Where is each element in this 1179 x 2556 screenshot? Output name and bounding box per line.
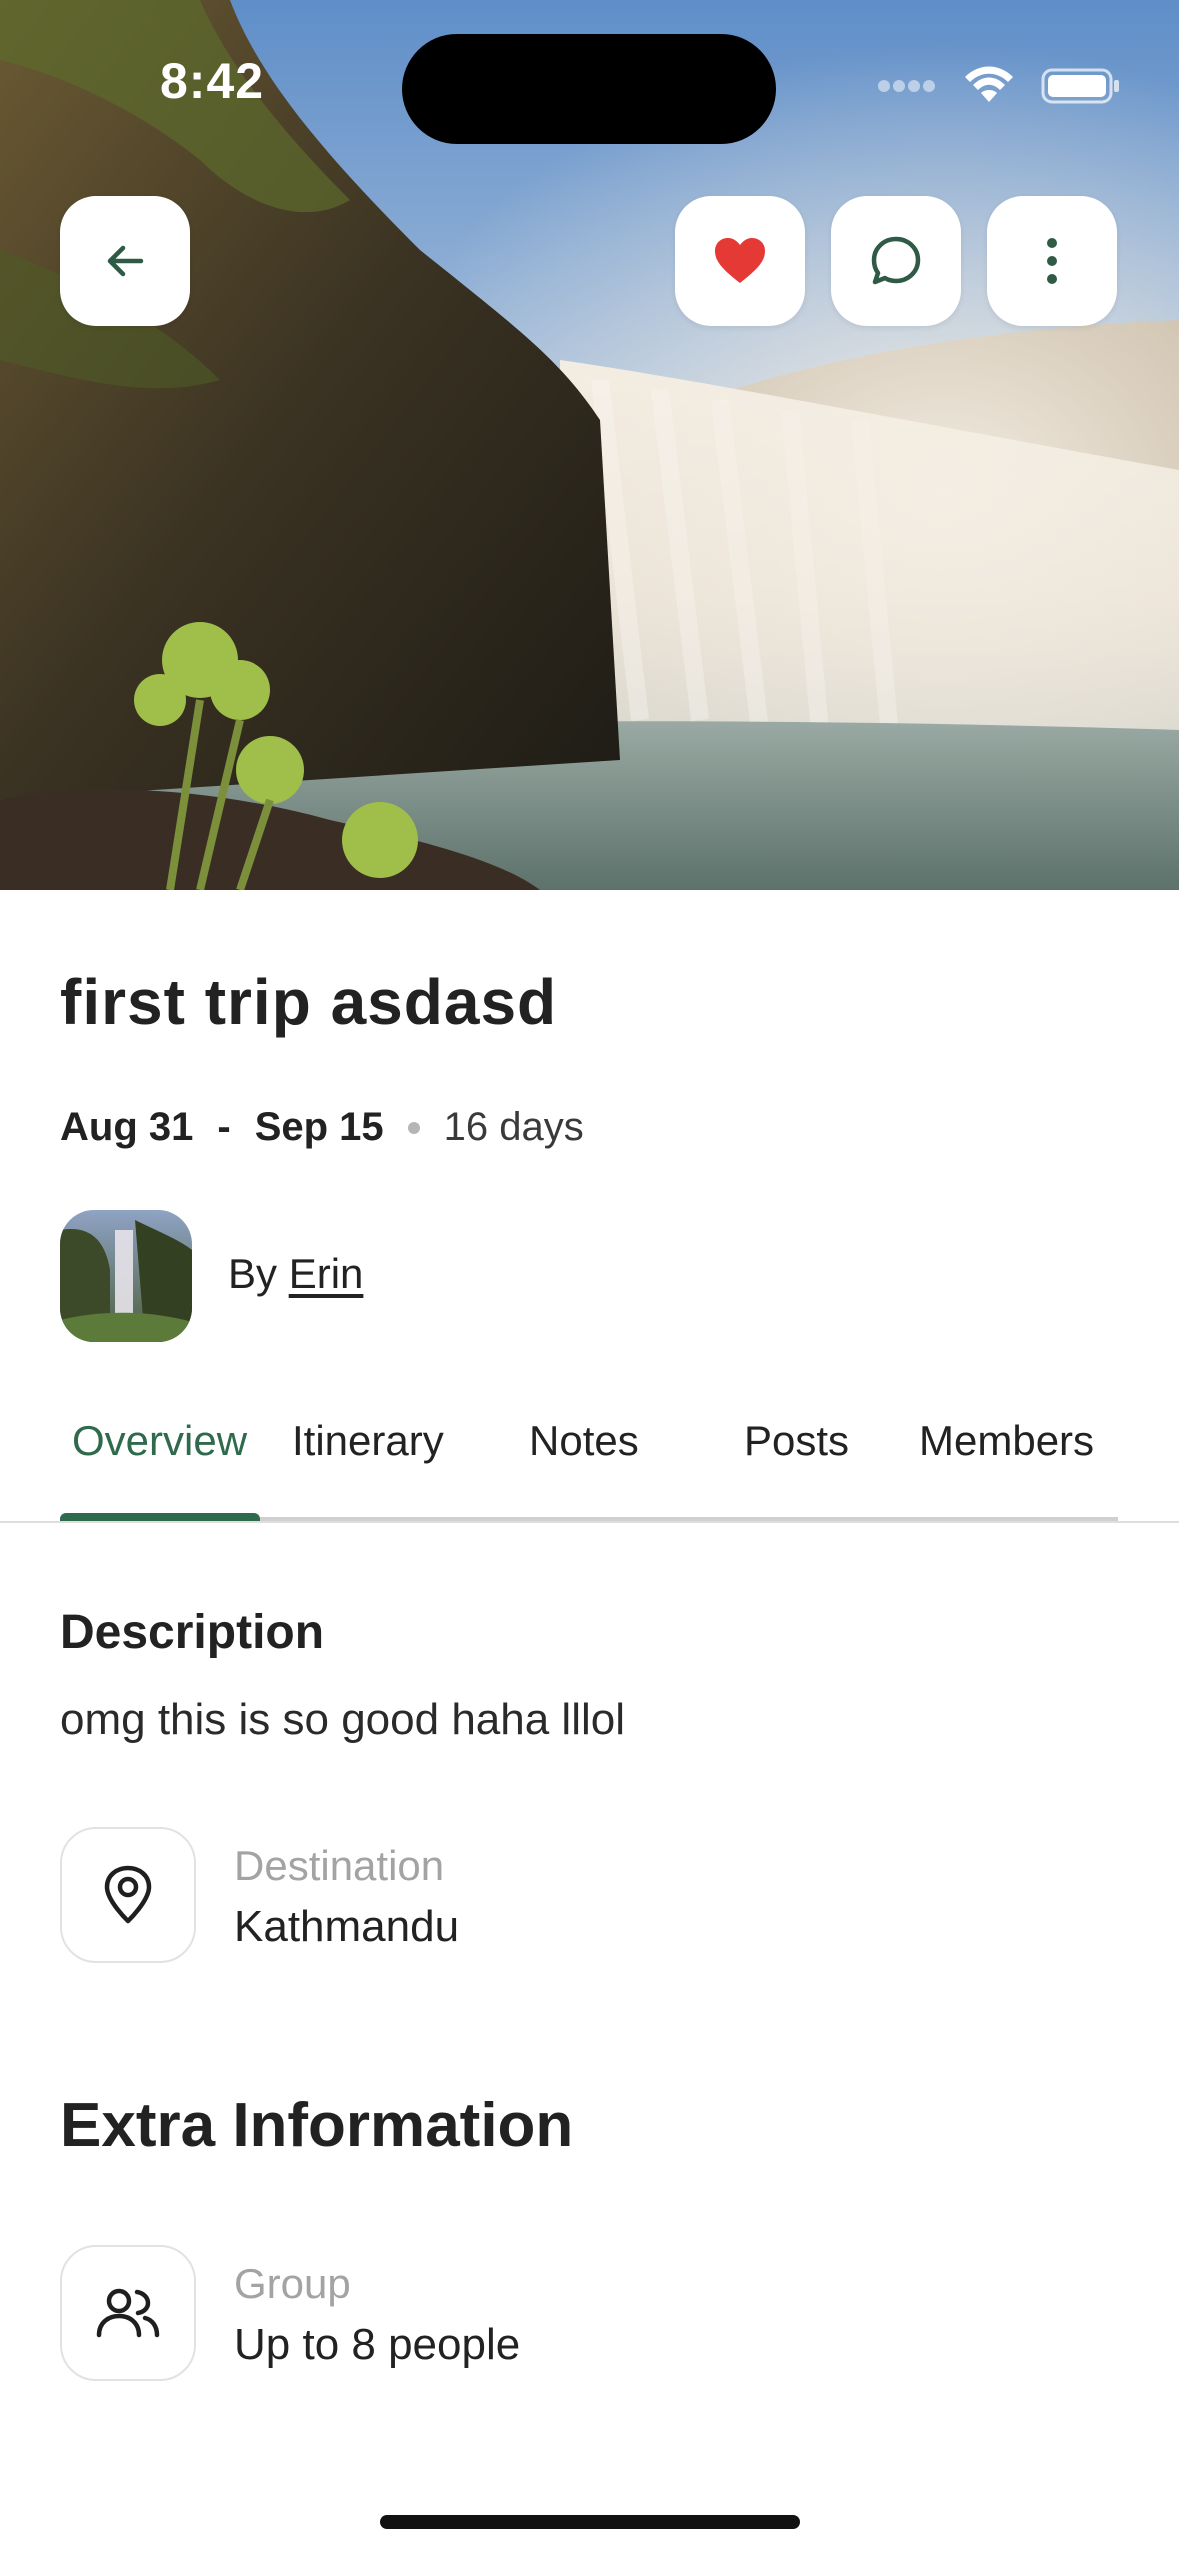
divider xyxy=(0,1521,1179,1523)
arrow-left-icon xyxy=(107,245,144,277)
date-separator: - xyxy=(217,1105,231,1149)
start-date: Aug 31 xyxy=(60,1105,194,1149)
more-options-button[interactable] xyxy=(987,196,1117,326)
dot-separator xyxy=(407,1121,420,1134)
group-value: Up to 8 people xyxy=(234,2320,521,2369)
end-date: Sep 15 xyxy=(254,1105,384,1149)
battery-icon xyxy=(1041,68,1119,104)
tab-members[interactable]: Members xyxy=(919,1417,1094,1465)
by-label: By xyxy=(228,1250,278,1297)
group-icon-box xyxy=(60,2245,196,2381)
chat-bubble-icon xyxy=(871,236,921,285)
status-icons xyxy=(877,62,1121,110)
dynamic-island xyxy=(402,34,776,144)
tab-posts[interactable]: Posts xyxy=(744,1417,849,1465)
destination-value: Kathmandu xyxy=(234,1902,460,1951)
author-byline: By Erin xyxy=(228,1250,363,1298)
description-heading: Description xyxy=(60,1606,325,1659)
map-pin-icon xyxy=(104,1865,152,1924)
tab-overview[interactable]: Overview xyxy=(72,1417,247,1465)
signal-icon xyxy=(878,80,935,92)
group-label: Group xyxy=(234,2260,351,2307)
users-icon xyxy=(96,2288,160,2338)
description-text: omg this is so good haha lllol xyxy=(60,1695,625,1744)
destination-icon-box xyxy=(60,1827,196,1963)
author-avatar[interactable] xyxy=(60,1210,192,1342)
more-vertical-icon xyxy=(1047,238,1057,284)
trip-tabs: Overview Itinerary Notes Posts Members xyxy=(60,1395,1118,1523)
trip-duration: 16 days xyxy=(443,1105,584,1149)
extra-info-heading: Extra Information xyxy=(60,2091,574,2160)
tab-itinerary[interactable]: Itinerary xyxy=(292,1417,444,1465)
trip-title: first trip asdasd xyxy=(60,966,558,1038)
wifi-icon xyxy=(965,66,1013,102)
status-time: 8:42 xyxy=(160,53,265,109)
heart-icon xyxy=(715,238,765,283)
avatar-image xyxy=(60,1210,192,1342)
like-button[interactable] xyxy=(675,196,805,326)
destination-label: Destination xyxy=(234,1842,445,1889)
trip-dates: Aug 31 - Sep 15 16 days xyxy=(60,1105,584,1150)
home-indicator[interactable] xyxy=(380,2515,800,2529)
back-button[interactable] xyxy=(60,196,190,326)
author-link[interactable]: Erin xyxy=(289,1250,364,1297)
tab-notes[interactable]: Notes xyxy=(529,1417,639,1465)
chat-button[interactable] xyxy=(831,196,961,326)
